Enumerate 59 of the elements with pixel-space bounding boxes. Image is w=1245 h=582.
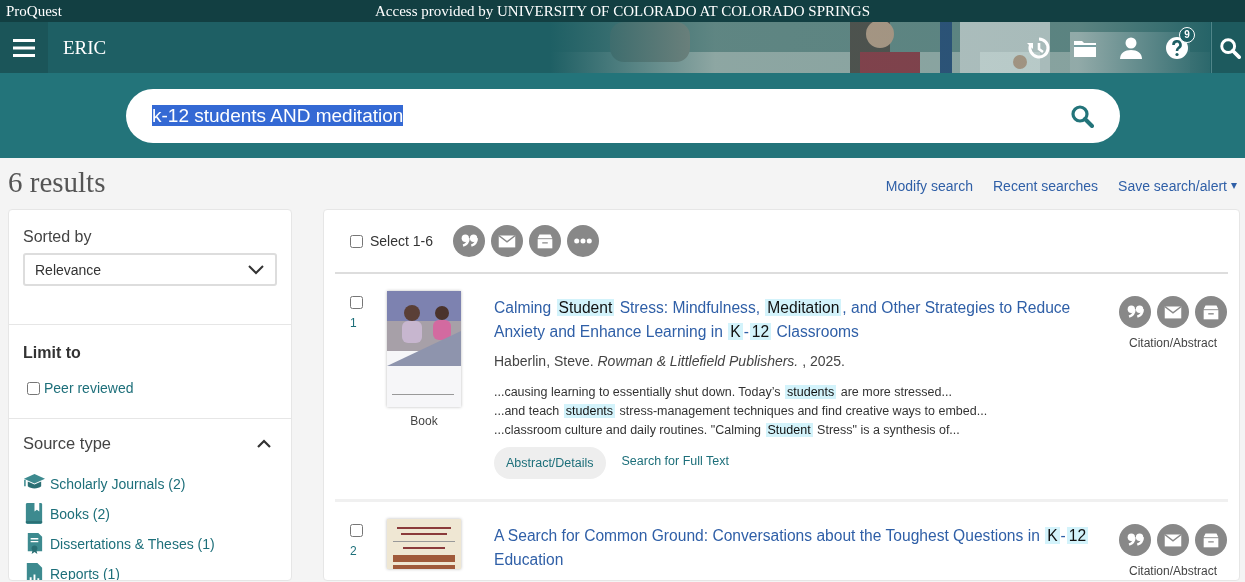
brand-logo[interactable]: ProQuest	[6, 2, 62, 20]
email-button[interactable]	[1157, 524, 1189, 556]
snippet-line: ...classroom culture and daily routines. "Calming Student Stress" is a synthesis of...	[494, 422, 961, 439]
filter-link[interactable]: Scholarly Journals (2)	[50, 475, 186, 492]
more-button[interactable]	[567, 225, 600, 257]
sort-label: Sorted by	[23, 228, 93, 246]
save-button[interactable]	[1195, 296, 1227, 328]
email-button[interactable]	[1157, 296, 1189, 328]
result-title[interactable]: A Search for Common Ground: Conversations about the Toughest Questions in K - 12 Education	[494, 524, 1110, 572]
result-title[interactable]: Calming Student Stress: Mindfulness, Meditation , and Other Strategies to Reduce Anxiety and Enhance Learning in K - 12 Classrooms	[494, 296, 1110, 344]
cite-button[interactable]	[1119, 296, 1151, 328]
results-count: 6 results	[8, 166, 106, 199]
sort-dropdown[interactable]: Relevance	[23, 253, 277, 286]
filter-link[interactable]: Books (2)	[50, 505, 110, 522]
search-button[interactable]	[1211, 22, 1245, 73]
section-heading: Source type	[23, 434, 112, 453]
book-icon	[23, 502, 45, 525]
search-icon	[1070, 103, 1094, 128]
abstract-button[interactable]: Abstract/Details	[494, 447, 606, 479]
collapse-button[interactable]	[256, 438, 272, 449]
filter-link[interactable]: Dissertations & Theses (1)	[50, 535, 215, 552]
checkbox[interactable]	[350, 234, 363, 248]
menu-icon	[13, 38, 35, 57]
more-icon	[574, 238, 593, 244]
search-field[interactable]: k-12 students AND meditation	[126, 88, 1120, 143]
database-name[interactable]: ERIC	[63, 36, 107, 59]
chevron-up-icon	[256, 438, 272, 449]
checkbox-label[interactable]: Select 1-6	[370, 233, 434, 249]
search-icon	[1218, 36, 1241, 59]
checkbox[interactable]	[350, 524, 363, 537]
format-label: Book	[410, 414, 438, 428]
access-note: Access provided by UNIVERSITY OF COLORADO AT COLORADO SPRINGS	[375, 2, 870, 19]
result-number: 1	[350, 316, 358, 330]
chevron-down-icon	[247, 263, 265, 276]
save-button[interactable]	[529, 225, 562, 257]
result-number: 2	[350, 544, 358, 558]
byline: Haberlin, Steve. Rowman & Littlefield Publishers. , 2025.	[494, 353, 846, 369]
cite-button[interactable]	[1119, 524, 1151, 556]
save-button[interactable]	[1195, 524, 1227, 556]
cite-button[interactable]	[453, 225, 486, 257]
section-heading: Limit to	[23, 344, 82, 362]
full-text-link[interactable]: Search for Full Text	[621, 453, 729, 468]
menu-button[interactable]	[0, 22, 48, 73]
snippet-line: ...causing learning to essentially shut down. Today’s students are more stressed...	[494, 384, 953, 401]
caret-icon[interactable]	[1231, 182, 1237, 189]
history-icon	[1027, 35, 1051, 60]
header-link[interactable]: Modify search	[885, 177, 973, 194]
user-button[interactable]	[1119, 35, 1143, 60]
snippet-line: ...and teach students stress-management techniques and find creative ways to embed...	[494, 403, 989, 420]
user-icon	[1119, 35, 1143, 60]
checkbox-label[interactable]: Peer reviewed	[44, 380, 134, 396]
header-link[interactable]: Save search/alert	[1118, 177, 1237, 194]
email-button[interactable]	[491, 225, 524, 257]
checkbox[interactable]	[27, 381, 40, 395]
document-type: Citation/Abstract	[1128, 336, 1217, 350]
history-button[interactable]	[1027, 35, 1051, 60]
checkbox[interactable]	[350, 296, 363, 309]
header-link[interactable]: Recent searches	[993, 177, 1099, 194]
document-type: Citation/Abstract	[1128, 564, 1217, 578]
